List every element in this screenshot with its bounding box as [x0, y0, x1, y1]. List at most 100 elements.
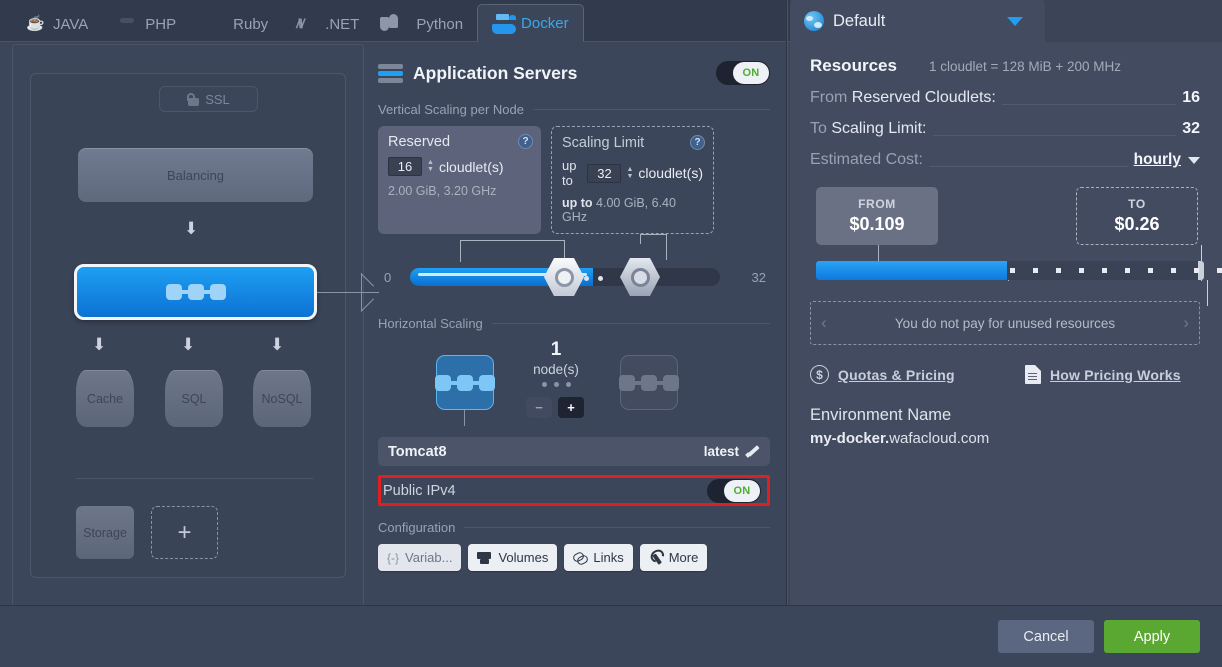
prev-arrow-icon[interactable]: ‹: [821, 313, 827, 333]
topology-container: SSL Balancing ⬇ ⬇ ⬇ ⬇ Cache SQL NoSQL St…: [30, 73, 379, 578]
cancel-button[interactable]: Cancel: [998, 620, 1094, 653]
node-sql[interactable]: SQL: [165, 370, 223, 427]
slider-handle-reserved[interactable]: [544, 258, 584, 296]
scaling-limit-prefix: up to: [562, 158, 577, 188]
link-label: Quotas & Pricing: [838, 366, 955, 383]
docker-icon: [492, 14, 517, 34]
reserved-input[interactable]: 16: [388, 157, 422, 176]
question-mark-icon[interactable]: ?: [690, 135, 705, 150]
horizontal-scaling-area: 1 node(s) − +: [378, 339, 770, 435]
volumes-icon: [477, 551, 492, 564]
scaling-limit-input[interactable]: 32: [587, 163, 622, 183]
node-chain-icon: [435, 374, 495, 391]
region-tab[interactable]: Default: [790, 0, 1045, 42]
price-range-bar[interactable]: [810, 261, 1222, 306]
environment-name-value[interactable]: my-docker.wafacloud.com: [810, 430, 1200, 447]
decrease-nodes-button[interactable]: −: [526, 397, 552, 418]
slider-handle-limit[interactable]: [620, 258, 660, 296]
node-label: Storage: [83, 525, 127, 540]
globe-icon: [804, 11, 824, 31]
row-leader: [928, 154, 1128, 167]
public-ipv4-toggle[interactable]: ON: [707, 478, 761, 503]
node-stepper: − +: [526, 397, 584, 418]
node-stem-line: [464, 410, 465, 426]
ssl-chip[interactable]: SSL: [159, 86, 258, 112]
apply-button[interactable]: Apply: [1104, 620, 1200, 653]
increase-nodes-button[interactable]: +: [558, 397, 584, 418]
settings-panel: Application Servers ON Vertical Scaling …: [378, 48, 770, 601]
node-instance-placeholder[interactable]: [619, 355, 679, 410]
scaling-limit-stepper[interactable]: ▲ ▼: [626, 166, 633, 180]
connector-line: [317, 292, 379, 293]
pencil-icon[interactable]: [747, 445, 760, 458]
section-title: Configuration: [378, 520, 456, 535]
tab-php[interactable]: PHP: [102, 6, 190, 42]
row-key: Scaling Limit:: [831, 120, 927, 137]
node-label: SQL: [181, 391, 207, 406]
slider-callout-line: [460, 240, 461, 262]
slider-callout-line: [460, 240, 564, 241]
more-button[interactable]: More: [639, 544, 708, 571]
tab-docker[interactable]: Docker: [477, 4, 584, 42]
image-row[interactable]: Tomcat8 latest: [378, 437, 770, 466]
links-button[interactable]: Links: [564, 544, 633, 571]
cloudlet-slider[interactable]: 0 32: [378, 234, 770, 302]
node-app-servers[interactable]: [74, 264, 317, 320]
node-count-display: 1 node(s): [506, 339, 606, 387]
link-label: How Pricing Works: [1050, 366, 1181, 383]
node-instance-active[interactable]: [435, 355, 495, 410]
price-caption: TO: [1128, 197, 1146, 211]
node-nosql[interactable]: NoSQL: [253, 370, 311, 427]
slider-callout-line: [666, 234, 667, 260]
button-label: Volumes: [498, 550, 549, 565]
question-mark-icon[interactable]: ?: [518, 134, 533, 149]
dollar-circle-icon: $: [810, 365, 829, 384]
node-count-dots: [506, 382, 606, 387]
quotas-pricing-link[interactable]: $ Quotas & Pricing: [810, 365, 1025, 384]
image-name: Tomcat8: [388, 443, 447, 460]
slider-max-label: 32: [751, 270, 766, 285]
caret-down-icon[interactable]: [1188, 156, 1200, 164]
cost-period-select[interactable]: hourly: [1134, 151, 1181, 169]
node-cache[interactable]: Cache: [76, 370, 134, 427]
environment-name-label: Environment Name: [810, 406, 952, 424]
divider: [76, 478, 313, 479]
tab-ruby[interactable]: Ruby: [190, 6, 282, 42]
link-icon: [573, 551, 587, 564]
row-estimated-cost: Estimated Cost: hourly: [810, 151, 1200, 169]
node-label: Cache: [86, 391, 124, 406]
tab-label: .NET: [325, 15, 360, 33]
add-node-button[interactable]: +: [151, 506, 218, 559]
node-label: NoSQL: [261, 391, 303, 406]
volumes-button[interactable]: Volumes: [468, 544, 558, 571]
tab-python[interactable]: Python: [373, 6, 477, 42]
wrench-icon: [646, 548, 665, 567]
dotnet-icon: /\\/: [296, 16, 304, 31]
next-arrow-icon[interactable]: ›: [1183, 313, 1189, 333]
reserved-card: ? Reserved 16 ▲ ▼ cloudlet(s) 2.00 GiB, 3…: [378, 126, 541, 234]
row-reserved-cloudlets: From Reserved Cloudlets: 16: [810, 89, 1200, 107]
how-pricing-works-link[interactable]: How Pricing Works: [1025, 365, 1181, 384]
price-cards: FROM $0.109 TO $0.26: [810, 187, 1202, 281]
row-prefix: To: [810, 120, 832, 137]
stack-tabbar: JAVA PHP Ruby /\\/ .NET Python Docker: [0, 0, 790, 42]
price-amount: $0.26: [1114, 214, 1160, 234]
pricing-panel: Default Resources 1 cloudlet = 128 MiB +…: [790, 0, 1222, 605]
caret-down-icon[interactable]: [1007, 16, 1023, 26]
variables-button[interactable]: {-} Variab...: [378, 544, 462, 571]
price-bar-fill: [816, 261, 1007, 280]
tab-label: Python: [416, 15, 464, 33]
button-label: Links: [593, 550, 624, 565]
row-label: From Reserved Cloudlets:: [810, 89, 996, 107]
reserved-summary: 2.00 GiB, 3.20 GHz: [388, 184, 497, 198]
power-toggle[interactable]: ON: [716, 61, 770, 85]
tab-java[interactable]: JAVA: [10, 6, 102, 42]
price-caption: FROM: [858, 197, 896, 211]
price-card-to: TO $0.26: [1076, 187, 1198, 245]
node-storage[interactable]: Storage: [76, 506, 134, 559]
unlocked-padlock-icon: [187, 92, 200, 106]
tab-dotnet[interactable]: /\\/ .NET: [282, 6, 373, 42]
slider-callout-line: [640, 234, 666, 235]
node-balancing[interactable]: Balancing: [78, 148, 313, 202]
reserved-stepper[interactable]: ▲ ▼: [427, 159, 434, 173]
